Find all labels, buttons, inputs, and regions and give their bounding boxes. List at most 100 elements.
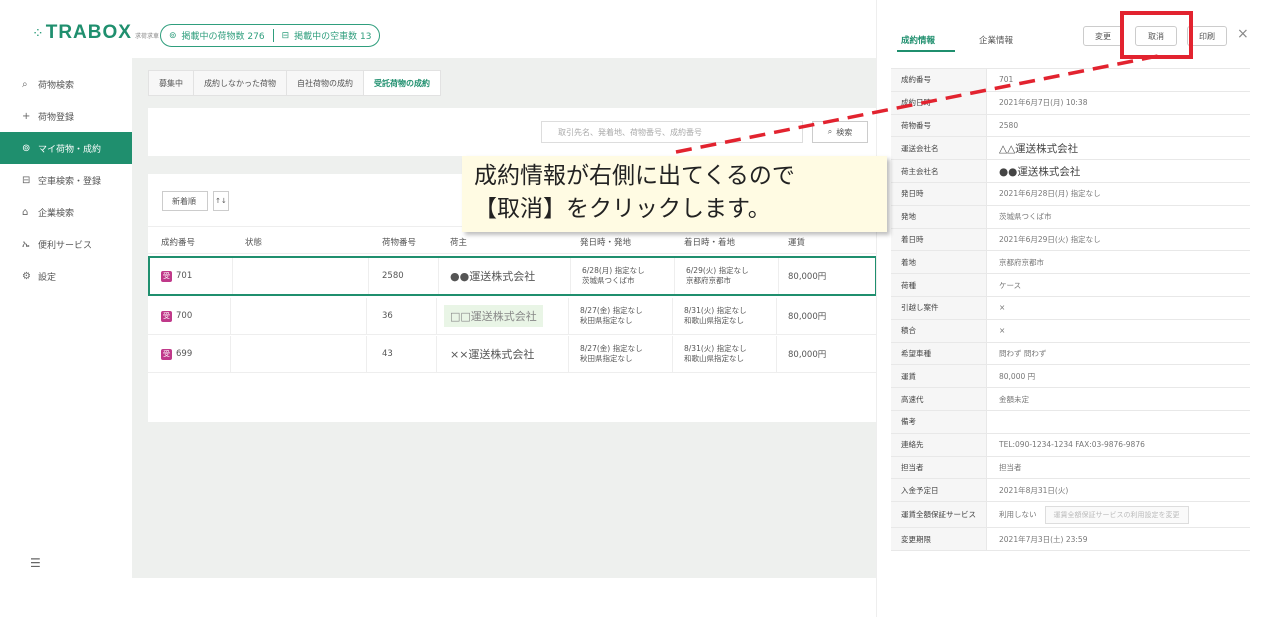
table-row[interactable]: 受 700 36 □□運送株式会社 8/27(金) 指定なし 秋田県指定なし 8/3… (148, 298, 877, 335)
sort-order-toggle[interactable]: ↑↓ (213, 191, 229, 211)
column-header[interactable]: 発日時・発地 (580, 236, 631, 248)
contract-badge-icon: 受 (161, 270, 172, 282)
detail-key: 運賃 (891, 365, 987, 388)
detail-value: 701 (987, 69, 1250, 91)
posted-trucks-count: 掲載中の空車数 13 (294, 32, 372, 42)
departure-datetime: 8/27(金) 指定なし (580, 344, 643, 353)
tab-company-info[interactable]: 企業情報 (979, 34, 1013, 46)
detail-value: 利用しない 運賃全額保証サービスの利用設定を変更 (987, 502, 1250, 527)
detail-key: 希望車種 (891, 342, 987, 365)
tab-own-contracts[interactable]: 自社荷物の成約 (286, 70, 364, 96)
detail-key: 引越し案件 (891, 296, 987, 319)
detail-key: 着地 (891, 251, 987, 274)
detail-value: 茨城県つくば市 (987, 206, 1250, 228)
tab-not-contracted[interactable]: 成約しなかった荷物 (193, 70, 287, 96)
contract-detail-table: 成約番号 701 成約日時 2021年6月7日(月) 10:38 荷物番号 2580 運送会… (891, 68, 1250, 551)
detail-key: 運送会社名 (891, 137, 987, 160)
detail-value: 2021年6月28日(月) 指定なし (987, 183, 1250, 205)
column-header[interactable]: 状態 (245, 236, 262, 248)
detail-value-text: TEL:090-1234-1234 FAX:03-9876-9876 (999, 440, 1145, 450)
posting-stats-pill[interactable]: ⊚ 掲載中の荷物数 276 ⊟ 掲載中の空車数 13 (160, 24, 381, 47)
contract-badge-icon: 受 (161, 310, 172, 322)
cargo-number: 43 (382, 349, 393, 359)
detail-value-text: 701 (999, 75, 1014, 85)
truck-icon: ⊟ (22, 174, 31, 186)
detail-row: 荷物番号 2580 (891, 114, 1250, 138)
shipper-name: ●●運送株式会社 (450, 270, 536, 283)
close-icon[interactable]: × (1237, 26, 1249, 42)
detail-row: 運賃 80,000 円 (891, 365, 1250, 389)
departure-place: 秋田県指定なし (580, 354, 633, 363)
sidebar-item-truck-search[interactable]: ⊟ 空車検索・登録 (0, 164, 132, 196)
sidebar: ⌕ 荷物検索 + 荷物登録 ⊚ マイ荷物・成約 ⊟ 空車検索・登録 ⌂ 企業検索… (0, 68, 132, 292)
detail-value-text: × (999, 326, 1006, 336)
table-row[interactable]: 受 701 2580 ●●運送株式会社 6/28(月) 指定なし 茨城県つくば市 6… (148, 256, 877, 296)
column-header[interactable]: 荷主 (450, 236, 467, 248)
detail-value: △△運送株式会社 (987, 137, 1250, 159)
shipper-name: ××運送株式会社 (450, 348, 535, 361)
sidebar-item-label: 空車検索・登録 (38, 176, 102, 187)
tab-recruiting[interactable]: 募集中 (148, 70, 194, 96)
detail-key: 着日時 (891, 228, 987, 251)
detail-row: 荷種 ケース (891, 274, 1250, 297)
sidebar-item-label: 荷物登録 (38, 112, 75, 123)
detail-row: 担当者 担当者 (891, 456, 1250, 480)
sidebar-item-label: 荷物検索 (38, 80, 75, 91)
detail-value: × (987, 320, 1250, 342)
contract-number: 699 (176, 349, 193, 359)
collapse-menu-icon[interactable]: ☰ (30, 556, 41, 570)
detail-key: 積合 (891, 319, 987, 342)
detail-row: 運送会社名 △△運送株式会社 (891, 137, 1250, 161)
detail-row: 成約日時 2021年6月7日(月) 10:38 (891, 91, 1250, 115)
guarantee-settings-button[interactable]: 運賃全額保証サービスの利用設定を変更 (1044, 505, 1189, 524)
tab-contract-info[interactable]: 成約情報 (901, 34, 935, 46)
detail-row: 荷主会社名 ●●運送株式会社 (891, 160, 1250, 183)
column-header[interactable]: 成約番号 (161, 236, 195, 248)
posted-cargo-count: 掲載中の荷物数 276 (181, 32, 265, 42)
detail-row: 希望車種 問わず 問わず (891, 342, 1250, 366)
detail-row: 発地 茨城県つくば市 (891, 205, 1250, 229)
sidebar-item-company-search[interactable]: ⌂ 企業検索 (0, 196, 132, 228)
annotation-line-2: 【取消】をクリックします。 (474, 196, 771, 222)
fare: 80,000円 (788, 312, 827, 322)
print-button[interactable]: 印刷 (1187, 26, 1227, 46)
detail-row: 高速代 金額未定 (891, 388, 1250, 411)
search-input[interactable]: 取引先名、発着地、荷物番号、成約番号 (541, 121, 803, 143)
posted-trucks-stat[interactable]: ⊟ 掲載中の空車数 13 (282, 29, 372, 43)
sidebar-item-settings[interactable]: ⚙ 設定 (0, 260, 132, 292)
search-button[interactable]: ⌕ 検索 (812, 121, 868, 143)
detail-key: 荷物番号 (891, 114, 987, 137)
divider (272, 29, 274, 42)
column-header[interactable]: 着日時・着地 (684, 236, 735, 248)
detail-value-text: ケース (999, 280, 1022, 290)
detail-value: ケース (987, 274, 1250, 296)
sort-select[interactable]: 新着順 (162, 191, 208, 211)
posted-cargo-stat[interactable]: ⊚ 掲載中の荷物数 276 (169, 29, 265, 43)
detail-key: 連絡先 (891, 433, 987, 456)
detail-value: × (987, 297, 1250, 319)
detail-value: 2021年6月7日(月) 10:38 (987, 92, 1250, 114)
sidebar-item-services[interactable]: ኤ 便利サービス (0, 228, 132, 260)
detail-row: 成約番号 701 (891, 69, 1250, 92)
sidebar-item-cargo-register[interactable]: + 荷物登録 (0, 100, 132, 132)
column-header[interactable]: 運賃 (788, 236, 805, 248)
detail-value-text: △△運送株式会社 (999, 142, 1079, 155)
box-icon: ⊚ (169, 30, 177, 41)
search-card: 取引先名、発着地、荷物番号、成約番号 ⌕ 検索 (148, 108, 877, 156)
tab-consigned-contracts[interactable]: 受託荷物の成約 (363, 70, 441, 96)
arrival-place: 京都府京都市 (686, 276, 731, 285)
detail-row: 引越し案件 × (891, 296, 1250, 320)
table-row[interactable]: 受 699 43 ××運送株式会社 8/27(金) 指定なし 秋田県指定なし 8/3… (148, 336, 877, 373)
arrival-place: 和歌山県指定なし (684, 354, 744, 363)
plus-icon: + (22, 110, 31, 122)
detail-value: 2021年6月29日(火) 指定なし (987, 229, 1250, 251)
sidebar-item-cargo-search[interactable]: ⌕ 荷物検索 (0, 68, 132, 100)
detail-row: 着地 京都府京都市 (891, 251, 1250, 275)
detail-value-text: 京都府京都市 (999, 257, 1044, 267)
logo[interactable]: ⁘ TRABOX 求荷求車 (32, 22, 159, 44)
sidebar-item-label: 便利サービス (38, 240, 93, 251)
column-header[interactable]: 荷物番号 (382, 236, 416, 248)
change-button[interactable]: 変更 (1083, 26, 1123, 46)
sidebar-item-my-cargo[interactable]: ⊚ マイ荷物・成約 (0, 132, 132, 164)
box-icon: ⊚ (22, 142, 31, 154)
